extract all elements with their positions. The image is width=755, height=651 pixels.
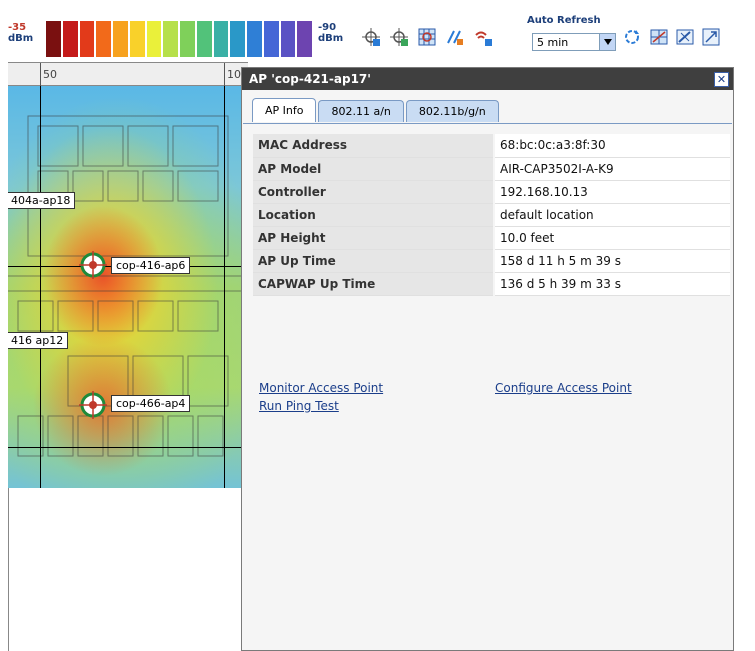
table-row: AP Model AIR-CAP3502I-A-K9 — [253, 157, 730, 181]
row-key: AP Model — [253, 157, 495, 181]
grid-line — [224, 86, 225, 488]
signal-strength-legend — [46, 21, 314, 57]
edit-icon[interactable] — [674, 26, 696, 48]
map-toolbar: -35 dBm -90 dBm Auto Refresh 5 min — [0, 0, 755, 62]
legend-swatch — [113, 21, 130, 57]
row-value: 136 d 5 h 39 m 33 s — [494, 272, 730, 296]
tab-content: MAC Address 68:bc:0c:a3:8f:30 AP Model A… — [243, 123, 732, 649]
ap-label[interactable]: 416 ap12 — [8, 332, 69, 349]
access-point-icon[interactable] — [78, 250, 108, 280]
grid-icon[interactable] — [416, 26, 438, 48]
row-key: Controller — [253, 180, 495, 204]
map-blank-area — [8, 488, 248, 651]
legend-swatch — [146, 21, 164, 57]
row-value: 158 d 11 h 5 m 39 s — [494, 249, 730, 273]
filter-icon[interactable] — [444, 26, 466, 48]
row-value: default location — [494, 203, 730, 227]
row-value: 10.0 feet — [494, 226, 730, 250]
legend-swatch — [62, 21, 80, 57]
row-value: AIR-CAP3502I-A-K9 — [494, 157, 730, 181]
row-key: MAC Address — [253, 134, 495, 158]
chevron-down-icon[interactable] — [599, 34, 615, 50]
table-row: CAPWAP Up Time 136 d 5 h 39 m 33 s — [253, 272, 730, 296]
legend-swatch — [46, 21, 63, 57]
ap-info-table: MAC Address 68:bc:0c:a3:8f:30 AP Model A… — [253, 134, 730, 296]
legend-swatch — [163, 21, 180, 57]
tab-802-11-an[interactable]: 802.11 a/n — [318, 100, 404, 122]
fullscreen-icon[interactable] — [700, 26, 722, 48]
legend-high-value: -35 — [8, 22, 27, 33]
ap-label[interactable]: cop-466-ap4 — [111, 395, 191, 412]
ap-label[interactable]: cop-416-ap6 — [111, 257, 191, 274]
map-ruler: 50 100 — [8, 62, 248, 87]
legend-high-label: -35 dBm — [8, 22, 33, 44]
table-row: AP Up Time 158 d 11 h 5 m 39 s — [253, 249, 730, 273]
legend-swatch — [230, 21, 247, 57]
table-row: Controller 192.168.10.13 — [253, 180, 730, 204]
row-key: CAPWAP Up Time — [253, 272, 495, 296]
configure-access-point-link[interactable]: Configure Access Point — [495, 381, 632, 395]
legend-low-label: -90 dBm — [318, 22, 343, 44]
floor-settings-icon[interactable] — [648, 26, 670, 48]
ruler-mark: 50 — [43, 68, 57, 81]
row-key: Location — [253, 203, 495, 227]
legend-swatch — [180, 21, 197, 57]
ap-detail-panel: AP 'cop-421-ap17' ✕ AP Info 802.11 a/n 8… — [241, 67, 734, 651]
row-key: AP Height — [253, 226, 495, 250]
auto-refresh-select[interactable]: 5 min — [532, 33, 616, 51]
legend-swatch — [213, 21, 231, 57]
legend-swatch — [297, 21, 314, 57]
table-row: AP Height 10.0 feet — [253, 226, 730, 250]
legend-low-value: -90 — [318, 22, 337, 33]
zoom-out-icon[interactable] — [388, 26, 410, 48]
tab-802-11-bgn[interactable]: 802.11b/g/n — [405, 100, 499, 122]
signal-icon[interactable] — [472, 26, 494, 48]
close-icon[interactable]: ✕ — [714, 71, 729, 87]
zoom-in-icon[interactable] — [360, 26, 382, 48]
access-point-icon[interactable] — [78, 390, 108, 420]
panel-title: AP 'cop-421-ap17' — [249, 72, 371, 86]
heatmap-floor-plan[interactable]: 404a-ap18 cop-416-ap6 416 ap12 cop-466-a… — [8, 86, 248, 488]
legend-high-unit: dBm — [8, 33, 34, 44]
legend-low-unit: dBm — [318, 33, 344, 44]
panel-tabs: AP Info 802.11 a/n 802.11b/g/n — [252, 98, 501, 122]
legend-swatch — [196, 21, 214, 57]
table-row: MAC Address 68:bc:0c:a3:8f:30 — [253, 134, 730, 158]
auto-refresh-value: 5 min — [537, 35, 569, 49]
legend-swatch — [247, 21, 264, 57]
tab-ap-info[interactable]: AP Info — [252, 98, 317, 122]
monitor-access-point-link[interactable]: Monitor Access Point — [259, 381, 383, 395]
grid-line — [40, 86, 41, 488]
ap-label[interactable]: 404a-ap18 — [8, 192, 76, 209]
panel-title-bar: AP 'cop-421-ap17' ✕ — [242, 68, 733, 90]
legend-swatch — [263, 21, 281, 57]
ruler-tick — [40, 63, 41, 87]
row-value: 68:bc:0c:a3:8f:30 — [494, 134, 730, 158]
row-key: AP Up Time — [253, 249, 495, 273]
row-value: 192.168.10.13 — [494, 180, 730, 204]
ruler-tick — [224, 63, 225, 87]
legend-swatch — [79, 21, 97, 57]
refresh-map-icon[interactable] — [621, 26, 643, 48]
legend-swatch — [280, 21, 298, 57]
run-ping-test-link[interactable]: Run Ping Test — [259, 399, 339, 413]
floor-plan-walls — [8, 115, 248, 457]
legend-swatch — [96, 21, 113, 57]
table-row: Location default location — [253, 203, 730, 227]
auto-refresh-label: Auto Refresh — [527, 15, 601, 26]
legend-swatch — [129, 21, 147, 57]
grid-line — [8, 447, 248, 448]
